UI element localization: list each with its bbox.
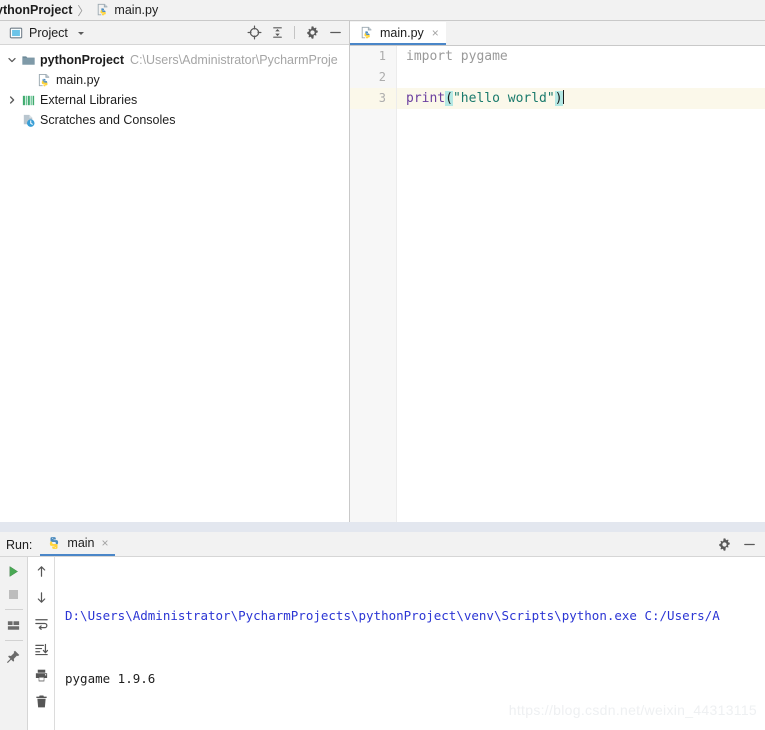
python-file-icon	[359, 25, 375, 41]
code-token-open-paren: (	[445, 91, 453, 106]
chevron-collapsed-icon[interactable]	[4, 95, 20, 105]
watermark: https://blog.csdn.net/weixin_44313115	[508, 702, 757, 718]
chevron-expanded-icon[interactable]	[4, 55, 20, 65]
python-file-icon	[94, 3, 111, 17]
divider	[4, 609, 23, 610]
tree-item-label: Scratches and Consoles	[40, 113, 176, 127]
main-workspace: Project pythonProject C:\Users\Administr…	[0, 21, 765, 522]
soft-wrap-button[interactable]	[32, 614, 50, 632]
project-window-icon	[8, 25, 24, 41]
toolbar-divider	[294, 26, 295, 39]
chevron-down-icon[interactable]	[73, 25, 89, 41]
run-actions-left	[0, 557, 28, 730]
project-tree: pythonProject C:\Users\Administrator\Pyc…	[0, 45, 349, 522]
breadcrumb-file[interactable]: main.py	[94, 3, 158, 17]
code-token-close-paren: )	[554, 91, 563, 106]
close-icon[interactable]: ×	[102, 536, 109, 550]
close-icon[interactable]: ×	[432, 26, 439, 40]
code-line-3: print("hello world")	[397, 88, 765, 109]
console-line-version: pygame 1.9.6	[65, 671, 156, 686]
settings-gear-icon[interactable]	[304, 25, 320, 41]
breadcrumb-project-label: ythonProject	[0, 3, 73, 17]
project-panel-title: Project	[29, 25, 68, 40]
gutter-line-number: 3	[350, 88, 396, 109]
code-token-print: print	[406, 91, 446, 106]
layout-settings-button[interactable]	[5, 616, 23, 634]
code-column[interactable]: import pygame print("hello world")	[397, 46, 765, 522]
print-button[interactable]	[32, 666, 50, 684]
editor-tabbar: main.py ×	[350, 21, 765, 46]
project-panel-toolbar	[246, 25, 343, 41]
project-tool-window: Project pythonProject C:\Users\Administr…	[0, 21, 350, 522]
tree-item-path: C:\Users\Administrator\PycharmProje	[130, 53, 338, 67]
run-window-header-actions	[716, 536, 765, 556]
editor-area: main.py × 1 2 3 import pygame print("hel…	[350, 21, 765, 522]
code-text-import: import pygame	[406, 49, 508, 64]
pin-tab-button[interactable]	[5, 647, 23, 665]
up-the-stack-trace-button[interactable]	[32, 562, 50, 580]
run-window-header: Run: main ×	[0, 532, 765, 557]
scroll-to-end-button[interactable]	[32, 640, 50, 658]
tool-window-splitter[interactable]	[0, 522, 765, 532]
gutter-line-number: 2	[378, 70, 386, 84]
tree-item-scratches-and-consoles[interactable]: Scratches and Consoles	[0, 110, 349, 130]
python-file-icon	[36, 73, 53, 88]
tree-item-python-project[interactable]: pythonProject C:\Users\Administrator\Pyc…	[0, 50, 349, 70]
tree-item-label: main.py	[56, 73, 100, 87]
settings-gear-icon[interactable]	[716, 536, 732, 552]
text-caret	[562, 90, 564, 104]
breadcrumb-separator-icon: 〉	[77, 3, 90, 18]
code-token-string: "hello world"	[452, 91, 555, 106]
divider	[4, 640, 23, 641]
collapse-all-icon[interactable]	[269, 25, 285, 41]
breadcrumb: ythonProject 〉 main.py	[0, 0, 765, 21]
clear-all-button[interactable]	[32, 692, 50, 710]
gutter-line-number: 1	[378, 49, 386, 63]
run-window-label: Run:	[6, 538, 33, 552]
tree-item-label: pythonProject	[40, 53, 125, 67]
down-the-stack-trace-button[interactable]	[32, 588, 50, 606]
editor-body[interactable]: 1 2 3 import pygame print("hello world")	[350, 46, 765, 522]
run-tab-main[interactable]: main ×	[40, 532, 115, 556]
rerun-button[interactable]	[5, 562, 23, 580]
scroll-from-source-icon[interactable]	[246, 25, 262, 41]
editor-gutter[interactable]: 1 2 3	[350, 46, 397, 522]
scratches-icon	[20, 113, 37, 128]
breadcrumb-file-label: main.py	[114, 3, 159, 17]
run-tool-window: Run: main × D:\Users\Administrator\Pycha…	[0, 532, 765, 730]
project-panel-header: Project	[0, 21, 349, 45]
console-line-command: D:\Users\Administrator\PycharmProjects\p…	[65, 608, 720, 623]
run-actions-right	[28, 557, 55, 730]
tree-item-main-py[interactable]: main.py	[0, 70, 349, 90]
folder-icon	[20, 53, 37, 68]
breadcrumb-project[interactable]: ythonProject	[0, 3, 72, 17]
pycharm-window: ythonProject 〉 main.py Project pythonPro…	[0, 0, 765, 730]
code-line-1: import pygame	[397, 46, 765, 67]
run-tab-label: main	[67, 536, 95, 550]
python-icon	[46, 535, 62, 551]
tree-item-external-libraries[interactable]: External Libraries	[0, 90, 349, 110]
editor-tab-main-py[interactable]: main.py ×	[350, 22, 446, 45]
hide-panel-icon[interactable]	[327, 25, 343, 41]
hide-panel-icon[interactable]	[741, 536, 757, 552]
project-panel-title-group[interactable]: Project	[8, 25, 89, 41]
external-libraries-icon	[20, 93, 37, 108]
editor-tab-label: main.py	[380, 25, 424, 40]
stop-button[interactable]	[5, 585, 23, 603]
tree-item-label: External Libraries	[40, 93, 138, 107]
